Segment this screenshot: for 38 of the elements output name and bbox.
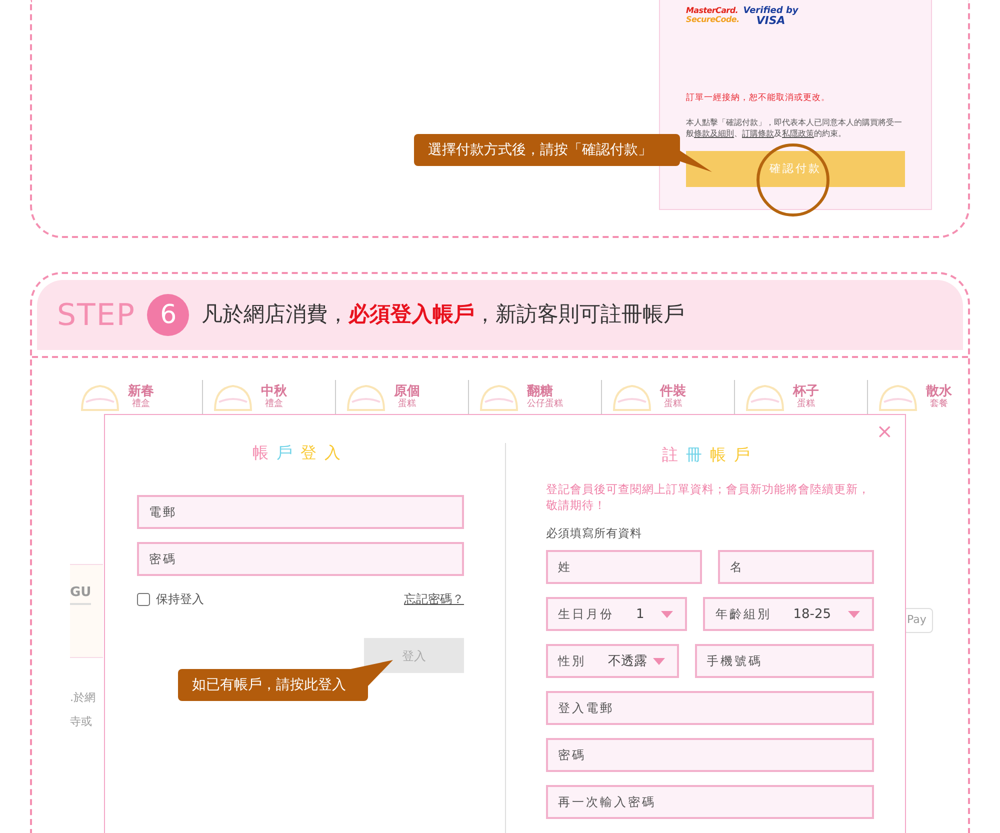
dialog-title: 帳 戶 登 入	[252, 442, 350, 464]
input-field[interactable]: 登入電郵	[546, 691, 874, 726]
caret-icon	[661, 610, 674, 618]
select-field[interactable]: 年齡組別 18-25	[703, 597, 874, 632]
terms-link[interactable]: 條款及細則	[694, 129, 734, 138]
confirm-payment-button[interactable]: 確認付款	[686, 151, 905, 187]
input-field[interactable]: 再一次輸入密碼	[546, 785, 874, 820]
caret-icon	[652, 658, 664, 665]
step-label: STEP	[57, 296, 136, 334]
input-field[interactable]: 電郵	[137, 495, 464, 529]
instruction-text: 必須填寫所有資料	[546, 525, 643, 542]
dialog-title: 註 冊 帳 戶	[661, 444, 759, 466]
select-field[interactable]: 生日月份 1	[546, 597, 688, 632]
body-text: .於網	[70, 690, 96, 706]
card-title: GU	[70, 583, 92, 604]
step-number: 6	[147, 294, 190, 336]
mastercard-logo: MasterCard. SecureCode.	[686, 6, 740, 24]
input-field[interactable]: 密碼	[546, 738, 874, 772]
callout: 如已有帳戶，請按此登入	[178, 658, 393, 702]
close-button[interactable]: ×	[874, 419, 895, 443]
agreement-text: 本人點擊「確認付款」，即代表本人已同意本人的購買將受一般條款及細則、訂購條款及私隱政策的約束。	[686, 117, 903, 139]
visa-logo: Verified by VISA	[743, 6, 798, 26]
select-field[interactable]: 性別 不透露	[546, 644, 678, 678]
terms-link[interactable]: 訂購條款	[742, 129, 774, 138]
body-text: 寺或	[70, 714, 92, 730]
forgot-password-link[interactable]: 忘記密碼？	[404, 590, 464, 608]
notice-text: 登記會員後可查閱網上訂單資料；會員新功能將會陸續更新，敬請期待！	[546, 481, 871, 513]
step-heading: 凡於網店消費，必須登入帳戶，新訪客則可註冊帳戶	[201, 301, 684, 328]
caret-icon	[848, 610, 860, 618]
notice-text: 訂單一經接納，恕不能取消或更改。	[686, 92, 831, 105]
category-tab[interactable]: 散水 套餐	[868, 380, 968, 414]
input-field[interactable]: 姓	[546, 550, 702, 584]
checkbox[interactable]	[137, 592, 150, 606]
input-field[interactable]: 名	[718, 550, 874, 584]
terms-link[interactable]: 私隱政策	[782, 129, 814, 138]
input-field[interactable]: 密碼	[137, 542, 464, 576]
input-field[interactable]: 手機號碼	[694, 644, 874, 678]
checkbox-label: 保持登入	[156, 591, 204, 608]
